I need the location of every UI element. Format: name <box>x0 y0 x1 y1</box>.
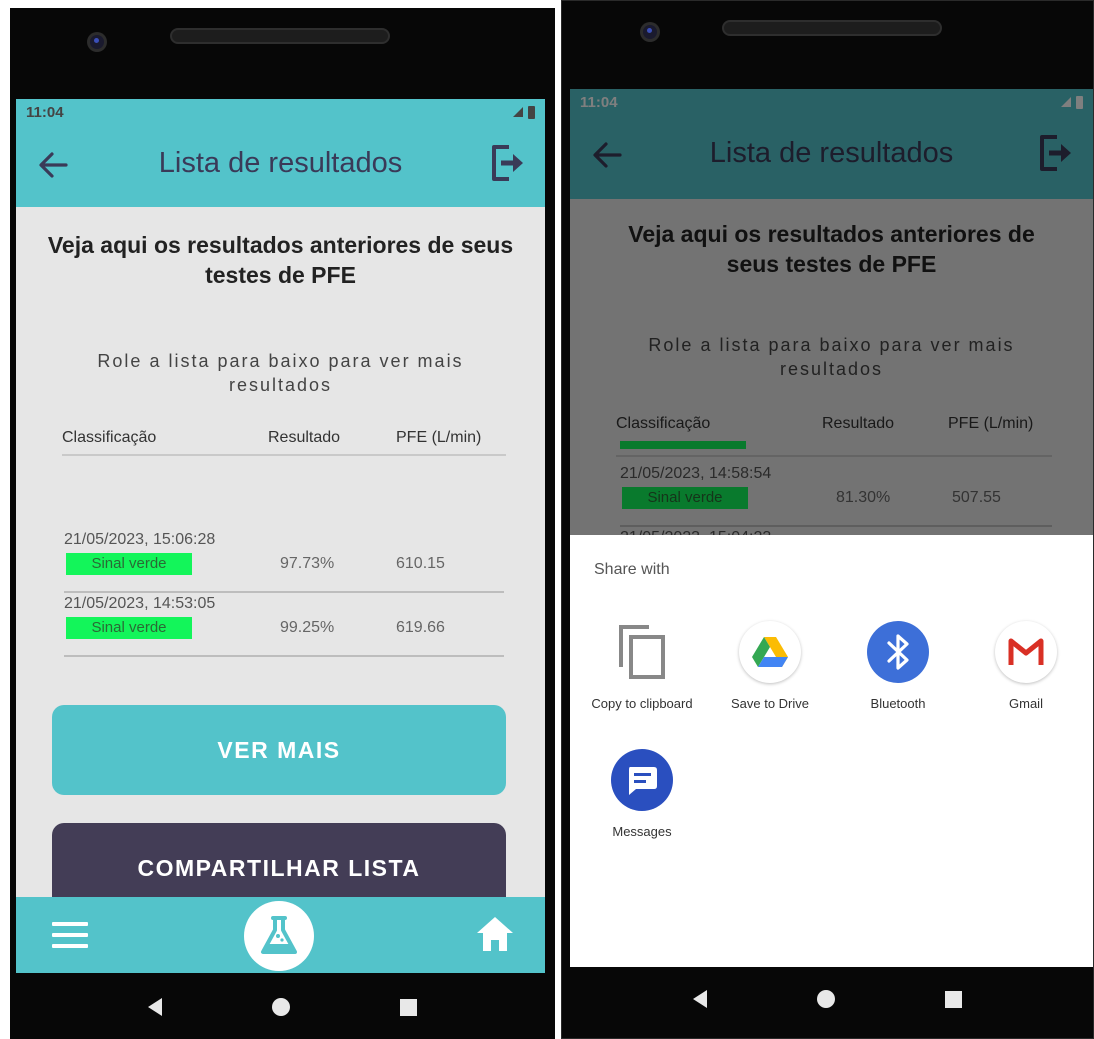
share-target-label: Messages <box>612 824 672 839</box>
gmail-icon <box>995 621 1057 683</box>
app-bar: Lista de resultados <box>16 125 545 207</box>
earpiece-speaker <box>722 20 942 36</box>
nav-back-icon[interactable] <box>693 990 707 1008</box>
logout-icon[interactable] <box>489 143 525 183</box>
classification-badge: Sinal verde <box>66 617 192 639</box>
status-bar: 11:04 <box>16 99 545 125</box>
table-row[interactable]: 21/05/2023, 14:53:05 Sinal verde 99.25% … <box>64 595 504 657</box>
nav-back-icon[interactable] <box>148 998 162 1016</box>
system-nav-bar <box>562 967 1093 1031</box>
copy-icon <box>611 621 673 683</box>
earpiece-speaker <box>170 28 390 44</box>
share-target-bluetooth[interactable]: Bluetooth <box>838 621 958 712</box>
row-result: 97.73% <box>280 555 335 572</box>
row-pfe: 610.15 <box>396 555 445 572</box>
messages-icon <box>611 749 673 811</box>
nav-recents-icon[interactable] <box>400 998 417 1016</box>
bluetooth-icon <box>867 621 929 683</box>
scroll-hint: Role a lista para baixo para ver mais re… <box>97 351 464 395</box>
bottom-nav-bar <box>16 897 545 973</box>
phone-results-list: 11:04 Lista de resultados Veja aqui os r… <box>10 8 555 1039</box>
share-target-label: Copy to clipboard <box>591 696 693 711</box>
share-target-gmail[interactable]: Gmail <box>966 621 1086 712</box>
front-camera <box>90 35 104 49</box>
flask-button[interactable] <box>244 901 314 971</box>
home-icon[interactable] <box>475 915 515 953</box>
nav-recents-icon[interactable] <box>945 990 962 1008</box>
share-target-label: Bluetooth <box>870 696 926 711</box>
row-date: 21/05/2023, 14:53:05 <box>64 595 216 612</box>
phone-share-sheet: 11:04 Lista de resultados Veja aqui os r… <box>561 0 1094 1039</box>
share-sheet-title: Share with <box>594 561 670 578</box>
screen: 11:04 Lista de resultados Veja aqui os r… <box>16 99 545 973</box>
share-sheet: Share with Copy to clipboard Save to Dri… <box>570 535 1093 967</box>
column-header-classification: Classificação <box>62 429 157 446</box>
status-time: 11:04 <box>26 103 64 121</box>
screen: 11:04 Lista de resultados Veja aqui os r… <box>570 89 1093 967</box>
google-drive-icon <box>739 621 801 683</box>
column-header-result: Resultado <box>268 429 341 446</box>
status-icons <box>513 105 535 119</box>
share-target-drive[interactable]: Save to Drive <box>710 621 830 712</box>
share-target-label: Gmail <box>1009 696 1043 711</box>
column-header-pfe: PFE (L/min) <box>396 429 482 446</box>
menu-icon[interactable] <box>52 921 88 949</box>
row-date: 21/05/2023, 15:06:28 <box>64 531 216 548</box>
front-camera <box>643 25 657 39</box>
classification-badge: Sinal verde <box>66 553 192 575</box>
system-nav-bar <box>10 975 555 1039</box>
flask-icon <box>261 916 297 954</box>
page-title: Lista de resultados <box>158 147 403 179</box>
header-divider <box>62 454 506 456</box>
signal-icon <box>513 107 523 117</box>
intro-headline: Veja aqui os resultados anteriores de se… <box>47 232 514 288</box>
share-target-messages[interactable]: Messages <box>582 749 702 840</box>
nav-home-icon[interactable] <box>272 998 290 1016</box>
battery-icon <box>528 105 535 119</box>
row-pfe: 619.66 <box>396 619 445 636</box>
see-more-button[interactable]: VER MAIS <box>52 705 506 795</box>
table-row[interactable]: 21/05/2023, 15:06:28 Sinal verde 97.73% … <box>64 531 504 593</box>
share-target-copy[interactable]: Copy to clipboard <box>582 621 702 712</box>
nav-home-icon[interactable] <box>817 990 835 1008</box>
row-result: 99.25% <box>280 619 335 636</box>
share-target-label: Save to Drive <box>730 696 810 711</box>
